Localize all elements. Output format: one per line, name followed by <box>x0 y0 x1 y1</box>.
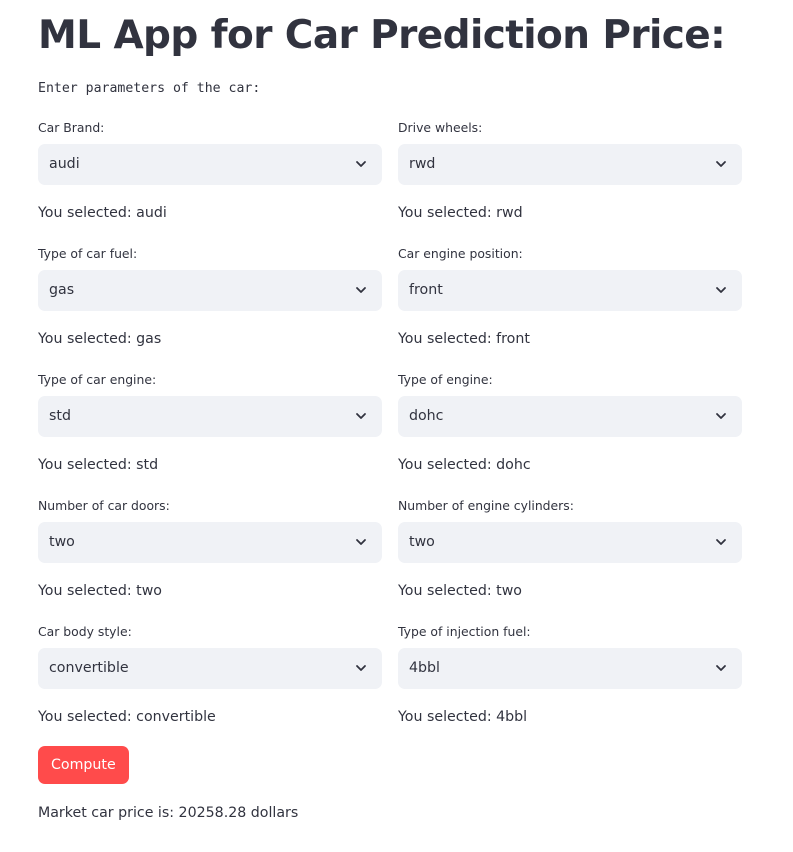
field-label: Type of car fuel: <box>38 246 138 261</box>
page-title: ML App for Car Prediction Price: <box>38 13 726 58</box>
field-car-doors: Number of car doors: two You selected: t… <box>38 497 382 623</box>
select-value: 4bbl <box>409 660 440 676</box>
chevron-down-icon <box>716 161 726 167</box>
chevron-down-icon <box>716 539 726 545</box>
chevron-down-icon <box>356 665 366 671</box>
field-body-style: Car body style: convertible You selected… <box>38 623 382 749</box>
chevron-down-icon <box>356 413 366 419</box>
car-brand-select[interactable]: audi <box>38 144 382 185</box>
field-label: Type of car engine: <box>38 372 157 387</box>
chevron-down-icon <box>356 161 366 167</box>
select-value: front <box>409 282 443 298</box>
field-label: Number of car doors: <box>38 498 170 513</box>
field-label: Drive wheels: <box>398 120 483 135</box>
select-value: convertible <box>49 660 129 676</box>
select-value: audi <box>49 156 80 172</box>
selected-text: You selected: two <box>38 583 162 599</box>
field-label: Type of injection fuel: <box>398 624 531 639</box>
field-label: Type of engine: <box>398 372 493 387</box>
field-label: Car Brand: <box>38 120 105 135</box>
body-style-select[interactable]: convertible <box>38 648 382 689</box>
selected-text: You selected: audi <box>38 205 167 221</box>
selected-text: You selected: two <box>398 583 522 599</box>
select-value: dohc <box>409 408 444 424</box>
selected-text: You selected: rwd <box>398 205 523 221</box>
select-value: two <box>49 534 75 550</box>
select-value: std <box>49 408 71 424</box>
select-value: two <box>409 534 435 550</box>
selected-text: You selected: 4bbl <box>398 709 528 725</box>
engine-cylinders-select[interactable]: two <box>398 522 742 563</box>
compute-button[interactable]: Compute <box>38 746 129 784</box>
engine-type-select[interactable]: dohc <box>398 396 742 437</box>
field-car-fuel: Type of car fuel: gas You selected: gas <box>38 245 382 371</box>
injection-fuel-select[interactable]: 4bbl <box>398 648 742 689</box>
car-doors-select[interactable]: two <box>38 522 382 563</box>
drive-wheels-select[interactable]: rwd <box>398 144 742 185</box>
chevron-down-icon <box>356 539 366 545</box>
car-fuel-select[interactable]: gas <box>38 270 382 311</box>
car-engine-type-select[interactable]: std <box>38 396 382 437</box>
field-car-brand: Car Brand: audi You selected: audi <box>38 119 382 245</box>
predicted-price-text: Market car price is: 20258.28 dollars <box>38 805 299 821</box>
field-label: Car body style: <box>38 624 132 639</box>
field-label: Car engine position: <box>398 246 523 261</box>
selected-text: You selected: std <box>38 457 159 473</box>
selected-text: You selected: front <box>398 331 530 347</box>
selected-text: You selected: convertible <box>38 709 216 725</box>
car-parameters-form: Car Brand: audi You selected: audi Drive… <box>38 119 742 749</box>
select-value: gas <box>49 282 75 298</box>
chevron-down-icon <box>356 287 366 293</box>
field-engine-type: Type of engine: dohc You selected: dohc <box>398 371 742 497</box>
field-injection-fuel: Type of injection fuel: 4bbl You selecte… <box>398 623 742 749</box>
chevron-down-icon <box>716 413 726 419</box>
field-engine-position: Car engine position: front You selected:… <box>398 245 742 371</box>
selected-text: You selected: gas <box>38 331 162 347</box>
field-label: Number of engine cylinders: <box>398 498 574 513</box>
chevron-down-icon <box>716 665 726 671</box>
engine-position-select[interactable]: front <box>398 270 742 311</box>
field-car-engine-type: Type of car engine: std You selected: st… <box>38 371 382 497</box>
field-drive-wheels: Drive wheels: rwd You selected: rwd <box>398 119 742 245</box>
intro-text: Enter parameters of the car: <box>38 81 261 96</box>
selected-text: You selected: dohc <box>398 457 531 473</box>
field-engine-cylinders: Number of engine cylinders: two You sele… <box>398 497 742 623</box>
select-value: rwd <box>409 156 436 172</box>
chevron-down-icon <box>716 287 726 293</box>
